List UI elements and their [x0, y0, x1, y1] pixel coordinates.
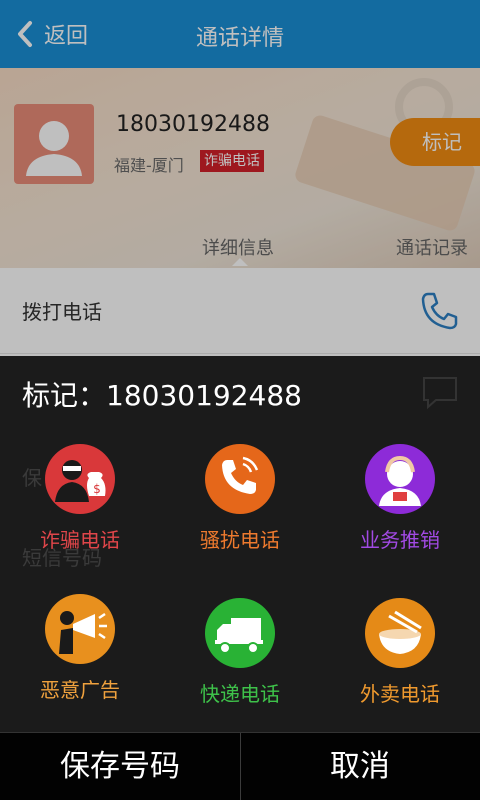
cancel-button[interactable]: 取消 [240, 733, 480, 800]
category-harassment[interactable]: 骚扰电话 [160, 444, 320, 553]
category-label: 外卖电话 [360, 682, 440, 706]
category-sales[interactable]: 业务推销 [320, 444, 480, 553]
underlay-text: 短信号码 [22, 546, 102, 570]
megaphone-icon [45, 594, 115, 664]
category-label: 骚扰电话 [200, 528, 280, 552]
category-express[interactable]: 快递电话 [160, 598, 320, 707]
category-label: 快递电话 [200, 682, 280, 706]
message-icon [423, 377, 457, 410]
dialog-actions: 保存号码 取消 [0, 732, 480, 800]
dialog-title: 标记：18030192488 [22, 379, 302, 412]
bowl-icon [365, 598, 435, 668]
svg-text:$: $ [93, 482, 101, 496]
category-label: 业务推销 [360, 528, 440, 552]
category-label: 恶意广告 [40, 678, 120, 702]
thief-icon: $ [45, 444, 115, 514]
save-number-button[interactable]: 保存号码 [0, 733, 240, 800]
category-takeout[interactable]: 外卖电话 [320, 598, 480, 707]
ringing-phone-icon [205, 444, 275, 514]
category-fraud[interactable]: $ 诈骗电话 [0, 444, 160, 553]
salesperson-icon [365, 444, 435, 514]
category-ad[interactable]: 恶意广告 [0, 594, 160, 703]
truck-icon [205, 598, 275, 668]
underlay-text: 保 [22, 466, 42, 490]
